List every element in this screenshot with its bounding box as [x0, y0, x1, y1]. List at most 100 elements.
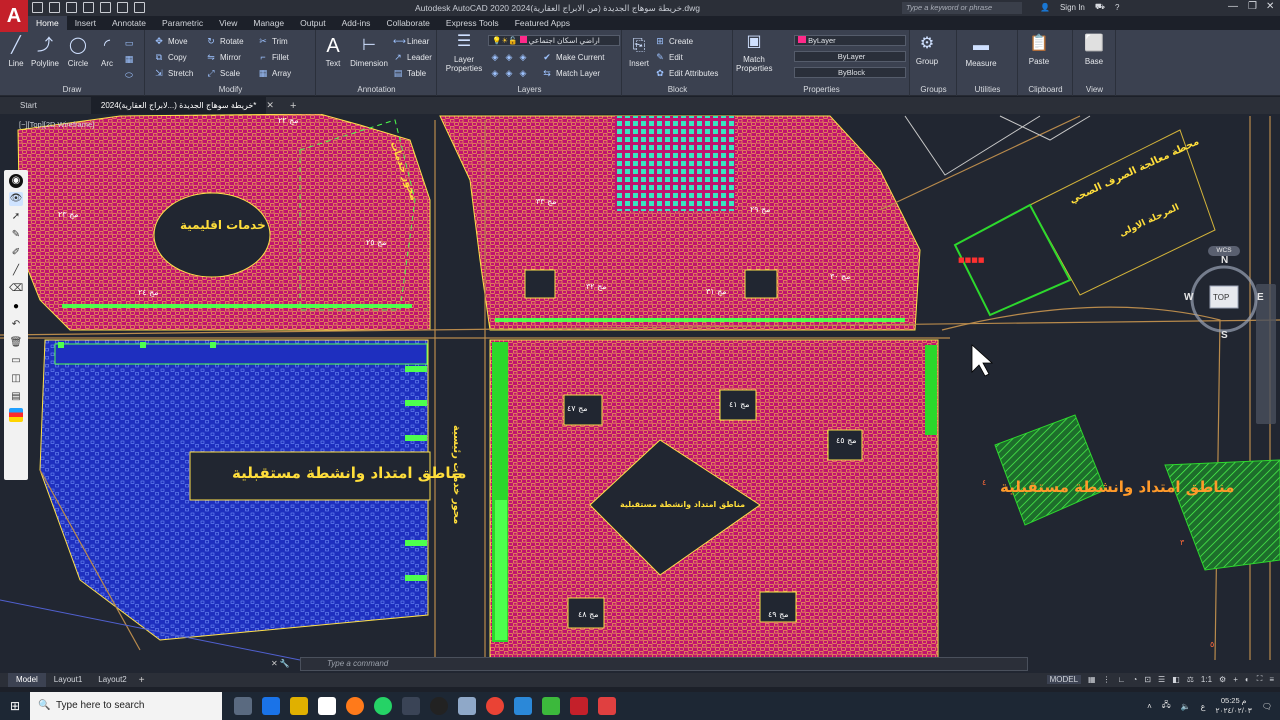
- modify-panel-title[interactable]: Modify: [146, 85, 315, 94]
- start-tab[interactable]: Start: [0, 97, 47, 114]
- rotate-tool[interactable]: ↻ Rotate: [206, 36, 243, 46]
- base-view-button[interactable]: ⬜ Base: [1078, 34, 1110, 66]
- table-tool[interactable]: ▤ Table: [393, 68, 426, 78]
- groups-panel-title[interactable]: Groups: [911, 85, 956, 94]
- command-close-icon[interactable]: ✕ 🔧: [271, 658, 290, 670]
- maps-pin-icon[interactable]: [430, 697, 448, 715]
- trim-tool[interactable]: ✂ Trim: [258, 36, 287, 46]
- viewcube-top[interactable]: TOP: [1213, 293, 1229, 302]
- mirror-tool[interactable]: ⇋ Mirror: [206, 52, 241, 62]
- linear-dim-dropdown[interactable]: ⟷ Linear: [393, 36, 429, 46]
- array-tool[interactable]: ▦ Array: [258, 68, 291, 78]
- language-icon[interactable]: ع: [1201, 702, 1206, 711]
- snap-icon[interactable]: ⋮: [1103, 675, 1111, 684]
- compass-west[interactable]: W: [1184, 292, 1193, 303]
- plot-icon[interactable]: [100, 2, 111, 13]
- osnap-icon[interactable]: ⊡: [1144, 675, 1151, 684]
- user-icon[interactable]: 👤: [1040, 3, 1050, 12]
- create-block-button[interactable]: ⊞ Create: [655, 36, 693, 46]
- camtasia-icon[interactable]: [542, 697, 560, 715]
- edit-block-button[interactable]: ✎ Edit: [655, 52, 683, 62]
- whatsapp-icon[interactable]: [374, 697, 392, 715]
- open-icon[interactable]: [49, 2, 60, 13]
- properties-panel-title[interactable]: Properties: [734, 85, 909, 94]
- layer-tools-icon[interactable]: ◈ ◈ ◈: [490, 52, 528, 62]
- hatch-icon[interactable]: ▦: [124, 54, 134, 64]
- viewcube[interactable]: N S W E TOP: [1184, 254, 1264, 341]
- clock[interactable]: 05:25 م ٢٠٢٤/٠٢/٠٣: [1215, 696, 1251, 716]
- customize-icon[interactable]: ≡: [1269, 675, 1274, 684]
- polyline-tool[interactable]: ⤴ Polyline: [30, 36, 60, 68]
- block-panel-title[interactable]: Block: [623, 85, 732, 94]
- annotation-scale-icon[interactable]: ⚖: [1187, 675, 1194, 684]
- tab-parametric[interactable]: Parametric: [154, 16, 211, 30]
- annotation-panel-title[interactable]: Annotation: [317, 85, 436, 94]
- ellipse-icon[interactable]: ⬭: [124, 70, 134, 80]
- copy-tool[interactable]: ⧉ Copy: [154, 52, 187, 62]
- grid-icon[interactable]: ▦: [1088, 675, 1096, 684]
- pen-icon[interactable]: ✎: [9, 228, 23, 242]
- store-icon[interactable]: [318, 697, 336, 715]
- tab-collaborate[interactable]: Collaborate: [378, 16, 437, 30]
- tab-manage[interactable]: Manage: [245, 16, 292, 30]
- document-icon[interactable]: ▤: [9, 390, 23, 404]
- compass-north[interactable]: N: [1221, 255, 1228, 266]
- autocad-taskbar-icon[interactable]: [570, 697, 588, 715]
- select-arrow-icon[interactable]: ➚: [9, 210, 23, 224]
- save-icon[interactable]: [66, 2, 77, 13]
- file-explorer-icon[interactable]: [290, 697, 308, 715]
- workspace-gear-icon[interactable]: ⚙: [1219, 675, 1226, 684]
- compass-south[interactable]: S: [1221, 330, 1228, 341]
- redo-icon[interactable]: [134, 2, 145, 13]
- view-panel-title[interactable]: View: [1074, 85, 1115, 94]
- app-grid-icon[interactable]: [402, 697, 420, 715]
- leader-dropdown[interactable]: ↗ Leader: [393, 52, 432, 62]
- isolate-icon[interactable]: ◐: [1245, 675, 1250, 684]
- network-app-icon[interactable]: [458, 697, 476, 715]
- drawing-tab[interactable]: خريطة سوهاج الجديدة (...لابراج العقارية)…: [90, 97, 267, 114]
- firefox-icon[interactable]: [346, 697, 364, 715]
- keyword-search-input[interactable]: Type a keyword or phrase: [902, 2, 1022, 14]
- tab-layout1[interactable]: Layout1: [46, 673, 90, 687]
- maximize-button[interactable]: ❐: [1248, 1, 1257, 12]
- taskbar-search-input[interactable]: 🔍 Type here to search: [30, 692, 222, 720]
- layer-properties-button[interactable]: ☰ Layer Properties: [442, 32, 486, 73]
- tab-output[interactable]: Output: [292, 16, 334, 30]
- lineweight-dropdown[interactable]: ByBlock: [794, 67, 906, 78]
- layers-panel-title[interactable]: Layers: [438, 85, 621, 94]
- undo-icon[interactable]: [117, 2, 128, 13]
- rectangle-icon[interactable]: ▭: [124, 38, 134, 48]
- insert-block-button[interactable]: ⎘ Insert: [625, 36, 653, 68]
- new-tab-icon[interactable]: +: [290, 100, 296, 112]
- ortho-icon[interactable]: ∟: [1118, 675, 1126, 684]
- network-icon[interactable]: 🖧: [1162, 699, 1171, 713]
- match-layer-button[interactable]: ⇆ Match Layer: [542, 68, 600, 78]
- chevron-up-icon[interactable]: ˄: [1147, 702, 1152, 711]
- undo-arrow-icon[interactable]: ↶: [9, 318, 23, 332]
- tab-view[interactable]: View: [211, 16, 245, 30]
- fillet-tool[interactable]: ⌐ Fillet: [258, 52, 289, 62]
- paste-button[interactable]: 📋 Paste: [1023, 34, 1055, 66]
- task-view-icon[interactable]: [234, 697, 252, 715]
- windows-start-icon[interactable]: ⊞: [0, 692, 30, 720]
- dimension-tool[interactable]: ⊢ Dimension: [347, 36, 391, 68]
- pin-icon[interactable]: ◉: [9, 174, 23, 188]
- compass-east[interactable]: E: [1257, 292, 1264, 303]
- minimize-button[interactable]: —: [1228, 1, 1238, 12]
- measure-button[interactable]: ▬ Measure: [962, 36, 1000, 68]
- command-line[interactable]: ✕ 🔧 Type a command: [271, 657, 1028, 671]
- sign-in-link[interactable]: Sign In: [1060, 3, 1085, 12]
- help-icon[interactable]: ?: [1115, 3, 1119, 12]
- add-layout-icon[interactable]: +: [139, 675, 145, 686]
- remote-app-icon[interactable]: [514, 697, 532, 715]
- color-palette-icon[interactable]: [9, 408, 23, 422]
- plus-icon[interactable]: +: [1233, 675, 1238, 684]
- match-properties-button[interactable]: ▣ Match Properties: [736, 32, 772, 73]
- autocad-logo-icon[interactable]: A: [0, 0, 28, 32]
- edit-attributes-button[interactable]: ✿ Edit Attributes: [655, 68, 718, 78]
- scale-readout[interactable]: 1:1: [1201, 675, 1212, 684]
- color-dot-icon[interactable]: ●: [9, 300, 23, 314]
- outlook-icon[interactable]: [262, 697, 280, 715]
- camera-icon[interactable]: ◫: [9, 372, 23, 386]
- group-button[interactable]: ⚙ Group: [913, 34, 941, 66]
